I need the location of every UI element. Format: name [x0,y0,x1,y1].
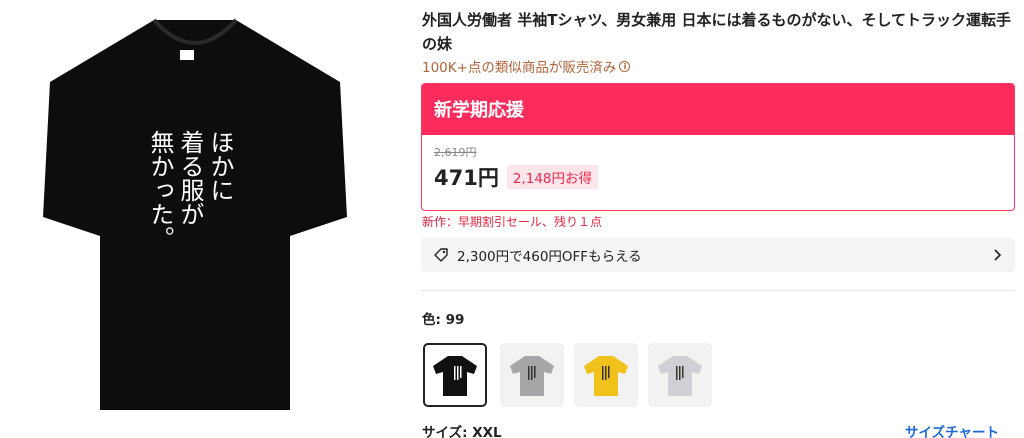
shirt-thumbnail-yellow [584,356,628,396]
price-row: 471円 2,148円お得 [434,162,598,192]
coupon-text: 2,300円で460円OFFもらえる [457,249,642,265]
promo-box: 新学期応援 2,619円 471円 2,148円お得 [421,83,1015,211]
tag-icon [434,248,448,262]
product-title: 外国人労働者 半袖Tシャツ、男女兼用 日本には着るものがない、そしてトラック運転… [422,11,1012,53]
current-price: 471円 [434,166,499,190]
divider [421,290,1015,291]
shirt-text-line-1: ほかに [206,130,234,202]
shirt-text-line-2: 着る服が [176,130,204,226]
sold-text: 100K+点の類似商品が販売済み [422,60,617,76]
chevron-right-icon [994,249,1002,261]
size-label: サイズ: XXL [422,425,502,438]
shirt-thumbnail-light-gray [658,356,702,396]
shirt-text-line-3: 無かった。 [146,130,174,250]
color-swatch-black[interactable] [423,343,487,407]
promo-header: 新学期応援 [422,84,1014,135]
color-swatch-light-gray[interactable] [648,343,712,407]
shirt-thumbnail-gray [510,356,554,396]
info-icon[interactable]: i [619,60,631,72]
sold-count: 100K+点の類似商品が販売済み i [422,56,631,76]
color-label: 色: 99 [422,312,465,328]
discount-badge: 2,148円お得 [506,165,598,189]
coupon-row[interactable]: 2,300円で460円OFFもらえる [421,238,1015,272]
color-swatch-gray[interactable] [500,343,564,407]
product-image[interactable]: ほかに 着る服が 無かった。 [40,12,350,432]
shirt-thumbnail-black [433,356,477,396]
color-swatch-yellow[interactable] [574,343,638,407]
size-chart-link[interactable]: サイズチャート [905,421,999,438]
stock-note: 新作：早期割引セール、残り１点 [422,215,603,229]
original-price: 2,619円 [434,146,477,159]
